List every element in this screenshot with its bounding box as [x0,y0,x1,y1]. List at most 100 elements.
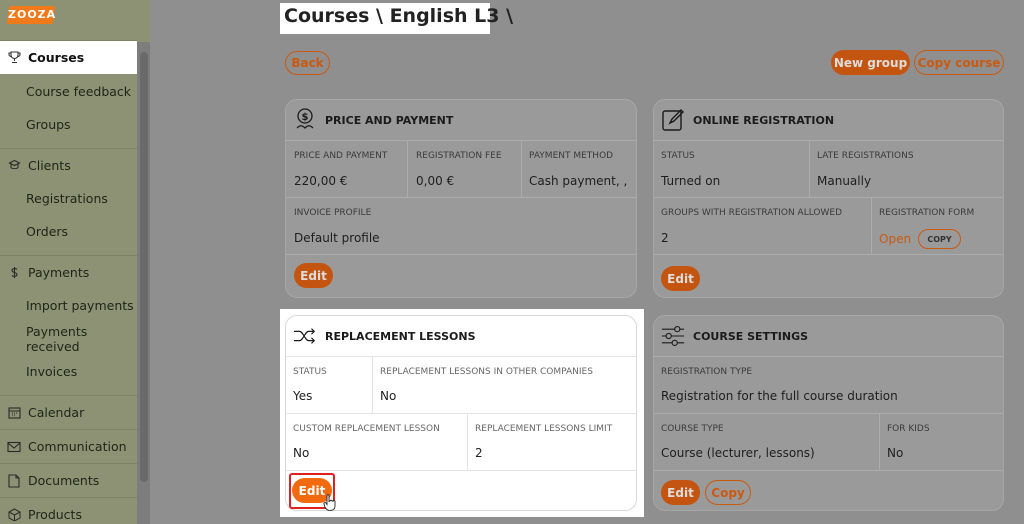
field-label: STATUS [293,367,327,377]
sidebar-item-invoices[interactable]: Invoices [0,355,137,388]
sidebar-item-calendar[interactable]: Calendar [0,396,137,429]
users-icon [7,159,21,173]
course-settings-card: COURSE SETTINGS REGISTRATION TYPE Regist… [653,315,1004,511]
groups-allowed-value: 2 [661,231,669,245]
field-label: REGISTRATION FEE [416,151,502,161]
sidebar-item-label: Payments [28,265,90,280]
page-title: Courses \ English L3 \ [284,5,514,27]
edit-icon [661,108,685,132]
sidebar-item-course-feedback[interactable]: Course feedback [0,75,137,108]
document-icon [7,473,21,488]
divider [467,413,468,470]
zooza-logo[interactable]: ZOOZA [6,6,56,24]
invoice-profile-value: Default profile [294,231,380,245]
field-label: LATE REGISTRATIONS [817,151,914,161]
field-label: INVOICE PROFILE [294,208,372,218]
copy-button[interactable]: Copy [705,480,751,505]
field-label: GROUPS WITH REGISTRATION ALLOWED [661,208,842,218]
edit-button[interactable]: Edit [661,480,700,505]
new-group-button[interactable]: New group [831,50,910,75]
sidebar-item-import-payments[interactable]: Import payments [0,289,137,322]
sidebar-item-communication[interactable]: Communication [0,430,137,463]
card-header: ONLINE REGISTRATION [654,100,1003,140]
course-type-value: Course (lecturer, lessons) [661,446,815,460]
field-label: STATUS [661,151,695,161]
field-label: PAYMENT METHOD [529,151,614,161]
edit-button[interactable]: Edit [294,263,333,288]
back-button[interactable]: Back [285,51,330,75]
sidebar-item-payments[interactable]: Payments [0,256,137,289]
edit-button[interactable]: Edit [661,266,700,291]
divider [286,197,636,198]
late-registrations-value: Manually [817,174,872,188]
divider [372,356,373,413]
card-header: REPLACEMENT LESSONS [286,316,636,356]
field-label: REGISTRATION TYPE [661,367,753,377]
price-payment-card: $ PRICE AND PAYMENT PRICE AND PAYMENT 22… [285,99,637,298]
registration-type-value: Registration for the full course duratio… [661,389,898,403]
copy-course-button[interactable]: Copy course [914,50,1004,75]
sidebar-item-label: Import payments [26,298,134,313]
payment-method-value: Cash payment, , [529,174,628,188]
sidebar-item-documents[interactable]: Documents [0,464,137,497]
trophy-icon [7,51,21,65]
card-title: REPLACEMENT LESSONS [325,329,476,343]
sidebar-item-label: Payments received [26,323,88,354]
replacement-limit-value: 2 [475,446,483,460]
for-kids-value: No [887,446,904,460]
card-title: ONLINE REGISTRATION [693,113,835,127]
sidebar-item-orders[interactable]: Orders [0,215,137,248]
field-label: COURSE TYPE [661,424,724,434]
calendar-icon [7,406,21,420]
divider [809,140,810,197]
sidebar-item-courses[interactable]: Courses [0,41,137,74]
sidebar-item-clients[interactable]: Clients [0,149,137,182]
sidebar-item-label: Groups [26,117,71,132]
card-title: PRICE AND PAYMENT [325,113,454,127]
copy-form-button[interactable]: COPY [918,229,961,249]
mail-icon [7,440,21,454]
field-label: PRICE AND PAYMENT [294,151,388,161]
sidebar-item-label: Documents [28,473,100,488]
sidebar-item-registrations[interactable]: Registrations [0,182,137,215]
field-label: REPLACEMENT LESSONS IN OTHER COMPANIES [380,367,593,377]
shuffle-icon [293,324,317,348]
divider [286,470,636,471]
sidebar-item-products[interactable]: Products [0,498,137,524]
hand-cursor-icon [323,494,337,512]
sidebar: ZOOZA Courses Course feedback Groups Cli… [0,0,150,524]
sidebar-item-label: Calendar [28,405,85,420]
sidebar-item-label: Clients [28,158,71,173]
sidebar-item-groups[interactable]: Groups [0,108,137,141]
sliders-icon [661,324,685,348]
divider [654,356,1003,357]
field-label: CUSTOM REPLACEMENT LESSON [293,424,440,434]
replacement-lessons-card: REPLACEMENT LESSONS STATUS Yes REPLACEME… [285,315,637,511]
other-companies-value: No [380,389,397,403]
sidebar-item-label: Course feedback [26,84,132,99]
online-registration-card: ONLINE REGISTRATION STATUS Turned on LAT… [653,99,1004,298]
sidebar-scrollbar-thumb[interactable] [140,52,148,482]
sidebar-item-label: Registrations [26,191,108,206]
box-icon [7,508,21,522]
card-header: $ PRICE AND PAYMENT [286,100,636,140]
divider [879,413,880,470]
sidebar-item-label: Communication [28,439,127,454]
registration-fee-value: 0,00 € [416,174,455,188]
divider [521,140,522,197]
divider [654,140,1003,141]
status-value: Turned on [661,174,721,188]
sidebar-item-payments-received[interactable]: Payments received [0,322,137,355]
sidebar-item-label: Invoices [26,364,78,379]
status-value: Yes [293,389,313,403]
divider [407,140,408,197]
divider [871,197,872,254]
price-value: 220,00 € [294,174,348,188]
svg-text:$: $ [302,112,309,123]
card-header: COURSE SETTINGS [654,316,1003,356]
open-form-link[interactable]: Open [879,232,911,246]
divider [286,140,636,141]
sidebar-item-label: Orders [26,224,69,239]
dollar-icon [7,266,21,280]
divider [654,197,1003,198]
